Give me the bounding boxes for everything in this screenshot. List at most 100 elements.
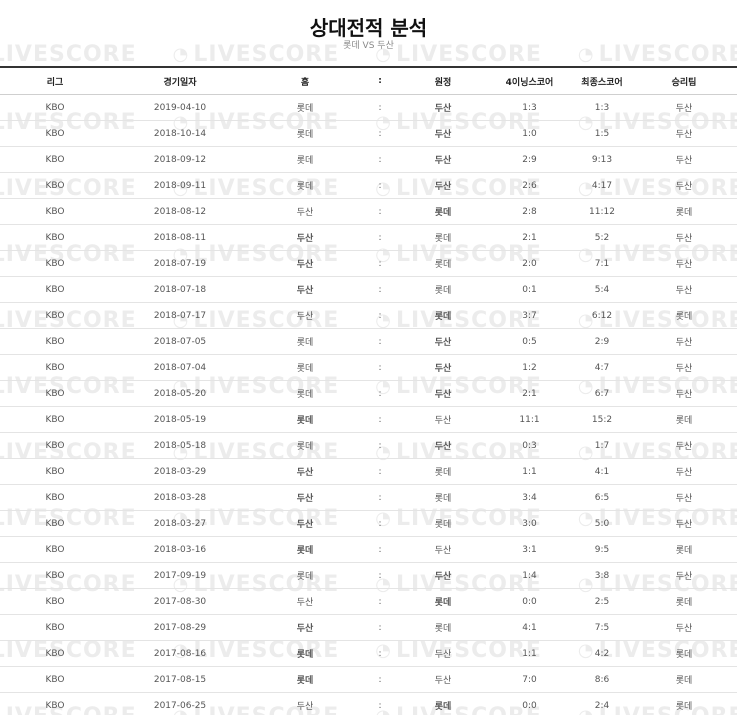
cell-league: KBO — [0, 224, 110, 251]
cell-league: KBO — [0, 510, 110, 537]
cell-winner: 두산 — [631, 510, 737, 537]
cell-final-score: 1:5 — [573, 120, 631, 147]
cell-final-score: 2:4 — [573, 692, 631, 715]
column-header-4th-inning-score: 4이닝스코어 — [486, 66, 573, 95]
cell-home-team: 롯데 — [250, 536, 360, 563]
cell-away-team: 롯데 — [400, 588, 486, 615]
cell-final-score: 4:17 — [573, 172, 631, 199]
cell-date: 2017-09-19 — [110, 562, 250, 589]
cell-winner: 두산 — [631, 614, 737, 641]
cell-4th-inning-score: 1:1 — [486, 640, 573, 667]
column-header-league: 리그 — [0, 66, 110, 95]
cell-date: 2018-05-18 — [110, 432, 250, 459]
cell-final-score: 8:6 — [573, 666, 631, 693]
cell-winner: 두산 — [631, 328, 737, 355]
table-body: KBO 2019-04-10 롯데: 두산 1:3 1:3 두산 KBO 2018-10-14 롯… — [0, 94, 737, 715]
cell-date: 2017-08-16 — [110, 640, 250, 667]
cell-separator: : — [360, 432, 400, 459]
cell-final-score: 5:4 — [573, 276, 631, 303]
table-row: KBO 2018-05-18 롯데: 두산 0:3 1:7 두산 — [0, 432, 737, 459]
cell-league: KBO — [0, 328, 110, 355]
cell-4th-inning-score: 11:1 — [486, 406, 573, 433]
cell-away-team: 롯데 — [400, 276, 486, 303]
table-row: KBO 2019-04-10 롯데: 두산 1:3 1:3 두산 — [0, 94, 737, 121]
cell-separator: : — [360, 198, 400, 225]
page: LIVESCORELIVESCORELIVESCORELIVESCORELIVE… — [0, 0, 737, 715]
cell-separator: : — [360, 354, 400, 381]
cell-final-score: 3:8 — [573, 562, 631, 589]
cell-home-team: 두산 — [250, 692, 360, 715]
cell-home-team: 롯데 — [250, 432, 360, 459]
cell-date: 2018-07-05 — [110, 328, 250, 355]
cell-home-team: 롯데 — [250, 94, 360, 121]
cell-away-team: 롯데 — [400, 302, 486, 329]
cell-final-score: 1:7 — [573, 432, 631, 459]
cell-date: 2017-06-25 — [110, 692, 250, 715]
cell-home-team: 롯데 — [250, 640, 360, 667]
cell-4th-inning-score: 2:9 — [486, 146, 573, 173]
cell-final-score: 6:7 — [573, 380, 631, 407]
cell-separator: : — [360, 146, 400, 173]
cell-winner: 두산 — [631, 432, 737, 459]
column-header-home: 홈 — [250, 66, 360, 95]
cell-home-team: 롯데 — [250, 562, 360, 589]
cell-final-score: 4:1 — [573, 458, 631, 485]
cell-home-team: 두산 — [250, 510, 360, 537]
cell-4th-inning-score: 0:3 — [486, 432, 573, 459]
cell-winner: 두산 — [631, 224, 737, 251]
cell-4th-inning-score: 7:0 — [486, 666, 573, 693]
cell-final-score: 9:5 — [573, 536, 631, 563]
cell-home-team: 두산 — [250, 224, 360, 251]
cell-winner: 롯데 — [631, 692, 737, 715]
cell-4th-inning-score: 1:0 — [486, 120, 573, 147]
cell-away-team: 두산 — [400, 406, 486, 433]
cell-winner: 롯데 — [631, 302, 737, 329]
table-header-row: 리그 경기일자 홈 : 원정 4이닝스코어 최종스코어 승리팀 — [0, 66, 737, 95]
cell-home-team: 롯데 — [250, 120, 360, 147]
column-header-separator: : — [360, 66, 400, 95]
column-header-final-score: 최종스코어 — [573, 66, 631, 95]
table-row: KBO 2017-06-25 두산: 롯데 0:0 2:4 롯데 — [0, 692, 737, 715]
table-row: KBO 2017-08-15 롯데: 두산 7:0 8:6 롯데 — [0, 666, 737, 693]
cell-date: 2017-08-30 — [110, 588, 250, 615]
cell-winner: 롯데 — [631, 198, 737, 225]
cell-away-team: 두산 — [400, 354, 486, 381]
cell-date: 2018-03-29 — [110, 458, 250, 485]
cell-separator: : — [360, 510, 400, 537]
cell-final-score: 4:7 — [573, 354, 631, 381]
cell-final-score: 7:5 — [573, 614, 631, 641]
table-row: KBO 2017-08-16 롯데: 두산 1:1 4:2 롯데 — [0, 640, 737, 667]
cell-away-team: 두산 — [400, 94, 486, 121]
cell-date: 2018-08-12 — [110, 198, 250, 225]
cell-final-score: 15:2 — [573, 406, 631, 433]
cell-league: KBO — [0, 614, 110, 641]
cell-date: 2018-10-14 — [110, 120, 250, 147]
cell-away-team: 롯데 — [400, 510, 486, 537]
cell-home-team: 롯데 — [250, 328, 360, 355]
cell-date: 2018-03-28 — [110, 484, 250, 511]
table-row: KBO 2018-07-05 롯데: 두산 0:5 2:9 두산 — [0, 328, 737, 355]
cell-separator: : — [360, 536, 400, 563]
table-row: KBO 2017-08-29 두산: 롯데 4:1 7:5 두산 — [0, 614, 737, 641]
table-row: KBO 2018-09-11 롯데: 두산 2:6 4:17 두산 — [0, 172, 737, 199]
cell-home-team: 두산 — [250, 198, 360, 225]
cell-4th-inning-score: 2:6 — [486, 172, 573, 199]
cell-home-team: 두산 — [250, 614, 360, 641]
cell-separator: : — [360, 640, 400, 667]
cell-league: KBO — [0, 380, 110, 407]
cell-date: 2018-05-20 — [110, 380, 250, 407]
cell-4th-inning-score: 1:3 — [486, 94, 573, 121]
cell-4th-inning-score: 0:0 — [486, 692, 573, 715]
cell-away-team: 두산 — [400, 380, 486, 407]
table-row: KBO 2018-09-12 롯데: 두산 2:9 9:13 두산 — [0, 146, 737, 173]
cell-4th-inning-score: 3:1 — [486, 536, 573, 563]
table-row: KBO 2018-03-27 두산: 롯데 3:0 5:0 두산 — [0, 510, 737, 537]
table-row: KBO 2018-08-12 두산: 롯데 2:8 11:12 롯데 — [0, 198, 737, 225]
cell-league: KBO — [0, 172, 110, 199]
cell-date: 2019-04-10 — [110, 94, 250, 121]
cell-winner: 두산 — [631, 146, 737, 173]
cell-4th-inning-score: 0:5 — [486, 328, 573, 355]
cell-4th-inning-score: 1:4 — [486, 562, 573, 589]
cell-league: KBO — [0, 666, 110, 693]
cell-separator: : — [360, 302, 400, 329]
